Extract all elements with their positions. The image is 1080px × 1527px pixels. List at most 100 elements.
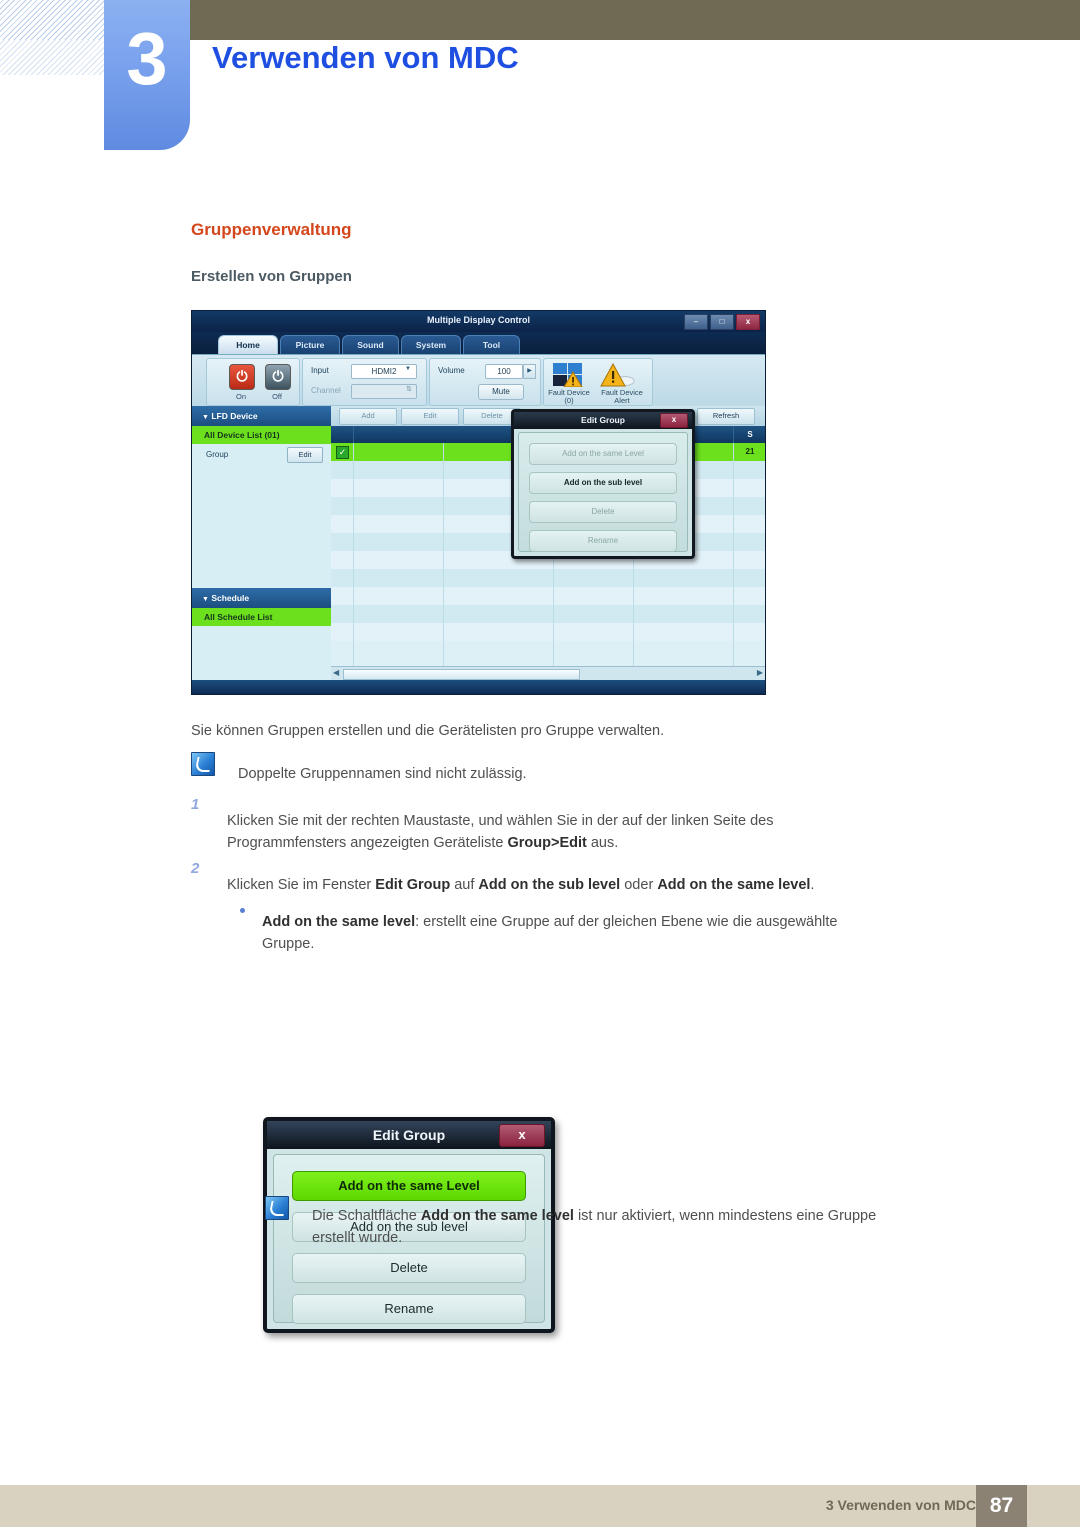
hatch-decoration-fade: [0, 40, 104, 75]
edit-group-titlebar: Edit Group x: [514, 412, 692, 429]
close-button[interactable]: x: [736, 314, 760, 330]
close-icon[interactable]: x: [499, 1124, 545, 1147]
note2-post: ist nur aktiviert, wenn mindestens eine …: [573, 1207, 877, 1224]
schedule-label: Schedule: [211, 593, 250, 603]
volume-label: Volume: [438, 366, 465, 375]
fault-device-count: (0): [564, 396, 574, 405]
spinner-updown-icon[interactable]: ⇅: [406, 385, 412, 393]
rename-group-button[interactable]: Rename: [292, 1294, 526, 1324]
add-on-same-level-button[interactable]: Add on the same Level: [529, 443, 677, 465]
mdc-titlebar: Multiple Display Control – □ x: [192, 311, 765, 332]
chevron-down-icon[interactable]: ▼: [405, 366, 411, 372]
power-group: ⏻ ⏻ On Off: [206, 358, 300, 406]
close-icon[interactable]: x: [660, 413, 688, 428]
scrollbar-thumb[interactable]: [343, 669, 580, 680]
delete-group-button[interactable]: Delete: [529, 501, 677, 523]
mdc-window-buttons: – □ x: [684, 314, 760, 330]
tab-home[interactable]: Home: [218, 335, 278, 355]
tab-picture[interactable]: Picture: [280, 335, 340, 355]
step2-bold-1: Edit Group: [375, 876, 451, 893]
channel-label: Channel: [311, 386, 341, 395]
bullet1-bold: Add on the same level: [262, 913, 416, 930]
step-number-2: 2: [191, 860, 200, 877]
refresh-button[interactable]: Refresh: [697, 408, 755, 425]
table-row[interactable]: [331, 605, 765, 623]
group-edit-button[interactable]: Edit: [287, 447, 323, 463]
sidebar-header-schedule[interactable]: ▼ Schedule: [192, 588, 331, 608]
volume-field[interactable]: 100: [485, 364, 523, 379]
power-off-button[interactable]: ⏻: [265, 364, 291, 390]
input-group: Input HDMI2 ▼ Channel ⇅: [302, 358, 427, 406]
edit-group-dialog-inline[interactable]: Edit Group x Add on the same Level Add o…: [511, 409, 695, 559]
edit-button[interactable]: Edit: [401, 408, 459, 425]
volume-stepper-icon[interactable]: ▶: [523, 364, 536, 379]
minimize-button[interactable]: –: [684, 314, 708, 330]
scroll-left-icon[interactable]: ◀: [333, 668, 339, 677]
column-checkbox: [331, 426, 354, 443]
step2-pre: Klicken Sie im Fenster: [227, 876, 376, 893]
step-1-text: Klicken Sie mit der rechten Maustaste, u…: [227, 810, 1017, 854]
column-divider: [353, 443, 354, 666]
column-divider: [733, 443, 734, 666]
chapter-tab: 3: [104, 0, 190, 150]
page-header: 3 Verwenden von MDC: [0, 0, 1080, 160]
tab-tool[interactable]: Tool: [463, 335, 520, 355]
add-button[interactable]: Add: [339, 408, 397, 425]
power-on-label: On: [235, 392, 246, 401]
bullet1-text: : erstellt eine Gruppe auf der gleichen …: [415, 913, 838, 930]
tab-system[interactable]: System: [401, 335, 461, 355]
table-row[interactable]: [331, 569, 765, 587]
step1-line2-post: aus.: [586, 834, 619, 851]
note-text-2: Die Schaltfläche Add on the same level i…: [312, 1205, 1012, 1249]
step1-line2-bold: Group>Edit: [507, 834, 587, 851]
delete-group-button[interactable]: Delete: [292, 1253, 526, 1283]
fault-device-alert-icon[interactable]: [599, 362, 635, 387]
page-footer: 3 Verwenden von MDC 87: [0, 1485, 1080, 1527]
volume-group: Volume 100 ▶ Mute: [429, 358, 541, 406]
step1-line1: Klicken Sie mit der rechten Maustaste, u…: [227, 812, 774, 829]
section-heading: Gruppenverwaltung: [191, 220, 352, 239]
bullet1-line2: Gruppe.: [262, 935, 315, 952]
step2-bold-3: Add on the same level: [657, 876, 811, 893]
table-row[interactable]: [331, 587, 765, 605]
step2-mid-1: auf: [450, 876, 479, 893]
footer-chapter-label: 3 Verwenden von MDC: [825, 1497, 976, 1513]
chevron-down-icon: ▼: [202, 596, 209, 603]
mute-button[interactable]: Mute: [478, 384, 524, 400]
page-number: 87: [976, 1485, 1027, 1527]
section-subheading: Erstellen von Gruppen: [191, 268, 352, 285]
sidebar-item-all-device-list[interactable]: All Device List (01): [192, 426, 331, 444]
column-extra: S: [733, 426, 765, 443]
note2-pre: Die Schaltfläche: [312, 1207, 421, 1224]
scroll-right-icon[interactable]: ▶: [757, 668, 763, 677]
power-on-button[interactable]: ⏻: [229, 364, 255, 390]
sidebar-header-lfd-device[interactable]: ▼ LFD Device: [192, 406, 331, 426]
fault-alert-label-2: Alert: [614, 396, 630, 405]
add-on-same-level-button[interactable]: Add on the same Level: [292, 1171, 526, 1201]
note2-bold: Add on the same level: [420, 1207, 574, 1224]
note-text-1: Doppelte Gruppennamen sind nicht zulässi…: [238, 765, 527, 782]
rename-group-button[interactable]: Rename: [529, 530, 677, 552]
note-icon: [265, 1196, 289, 1220]
edit-group-figure-titlebar: Edit Group x: [267, 1121, 551, 1149]
sidebar-item-all-schedule-list[interactable]: All Schedule List: [192, 608, 331, 626]
fault-device-icon[interactable]: [553, 363, 583, 388]
row-checkbox[interactable]: ✓: [336, 446, 349, 459]
tab-sound[interactable]: Sound: [342, 335, 399, 355]
sidebar-item-group[interactable]: Group Edit: [192, 444, 331, 466]
horizontal-scrollbar[interactable]: ◀ ▶: [331, 666, 765, 680]
group-label: Group: [206, 450, 229, 459]
step-2-text: Klicken Sie im Fenster Edit Group auf Ad…: [227, 874, 1017, 896]
step1-line2-pre: Programmfensters angezeigten Geräteliste: [227, 834, 508, 851]
input-label: Input: [311, 366, 329, 375]
add-on-sub-level-button[interactable]: Add on the sub level: [529, 472, 677, 494]
mdc-toolbar: ◂ ▸ ⏻ ⏻ On Off Input HDMI2 ▼ Channel ⇅ V…: [192, 354, 765, 429]
maximize-button[interactable]: □: [710, 314, 734, 330]
mdc-status-bar: [192, 680, 765, 694]
cell-extra: 21: [745, 447, 755, 456]
chapter-number: 3: [126, 17, 168, 100]
mdc-application-screenshot: Multiple Display Control – □ x Home Pict…: [191, 310, 766, 695]
step2-post: .: [810, 876, 815, 893]
edit-group-body: Add on the same Level Add on the sub lev…: [518, 432, 688, 552]
table-row[interactable]: [331, 623, 765, 641]
